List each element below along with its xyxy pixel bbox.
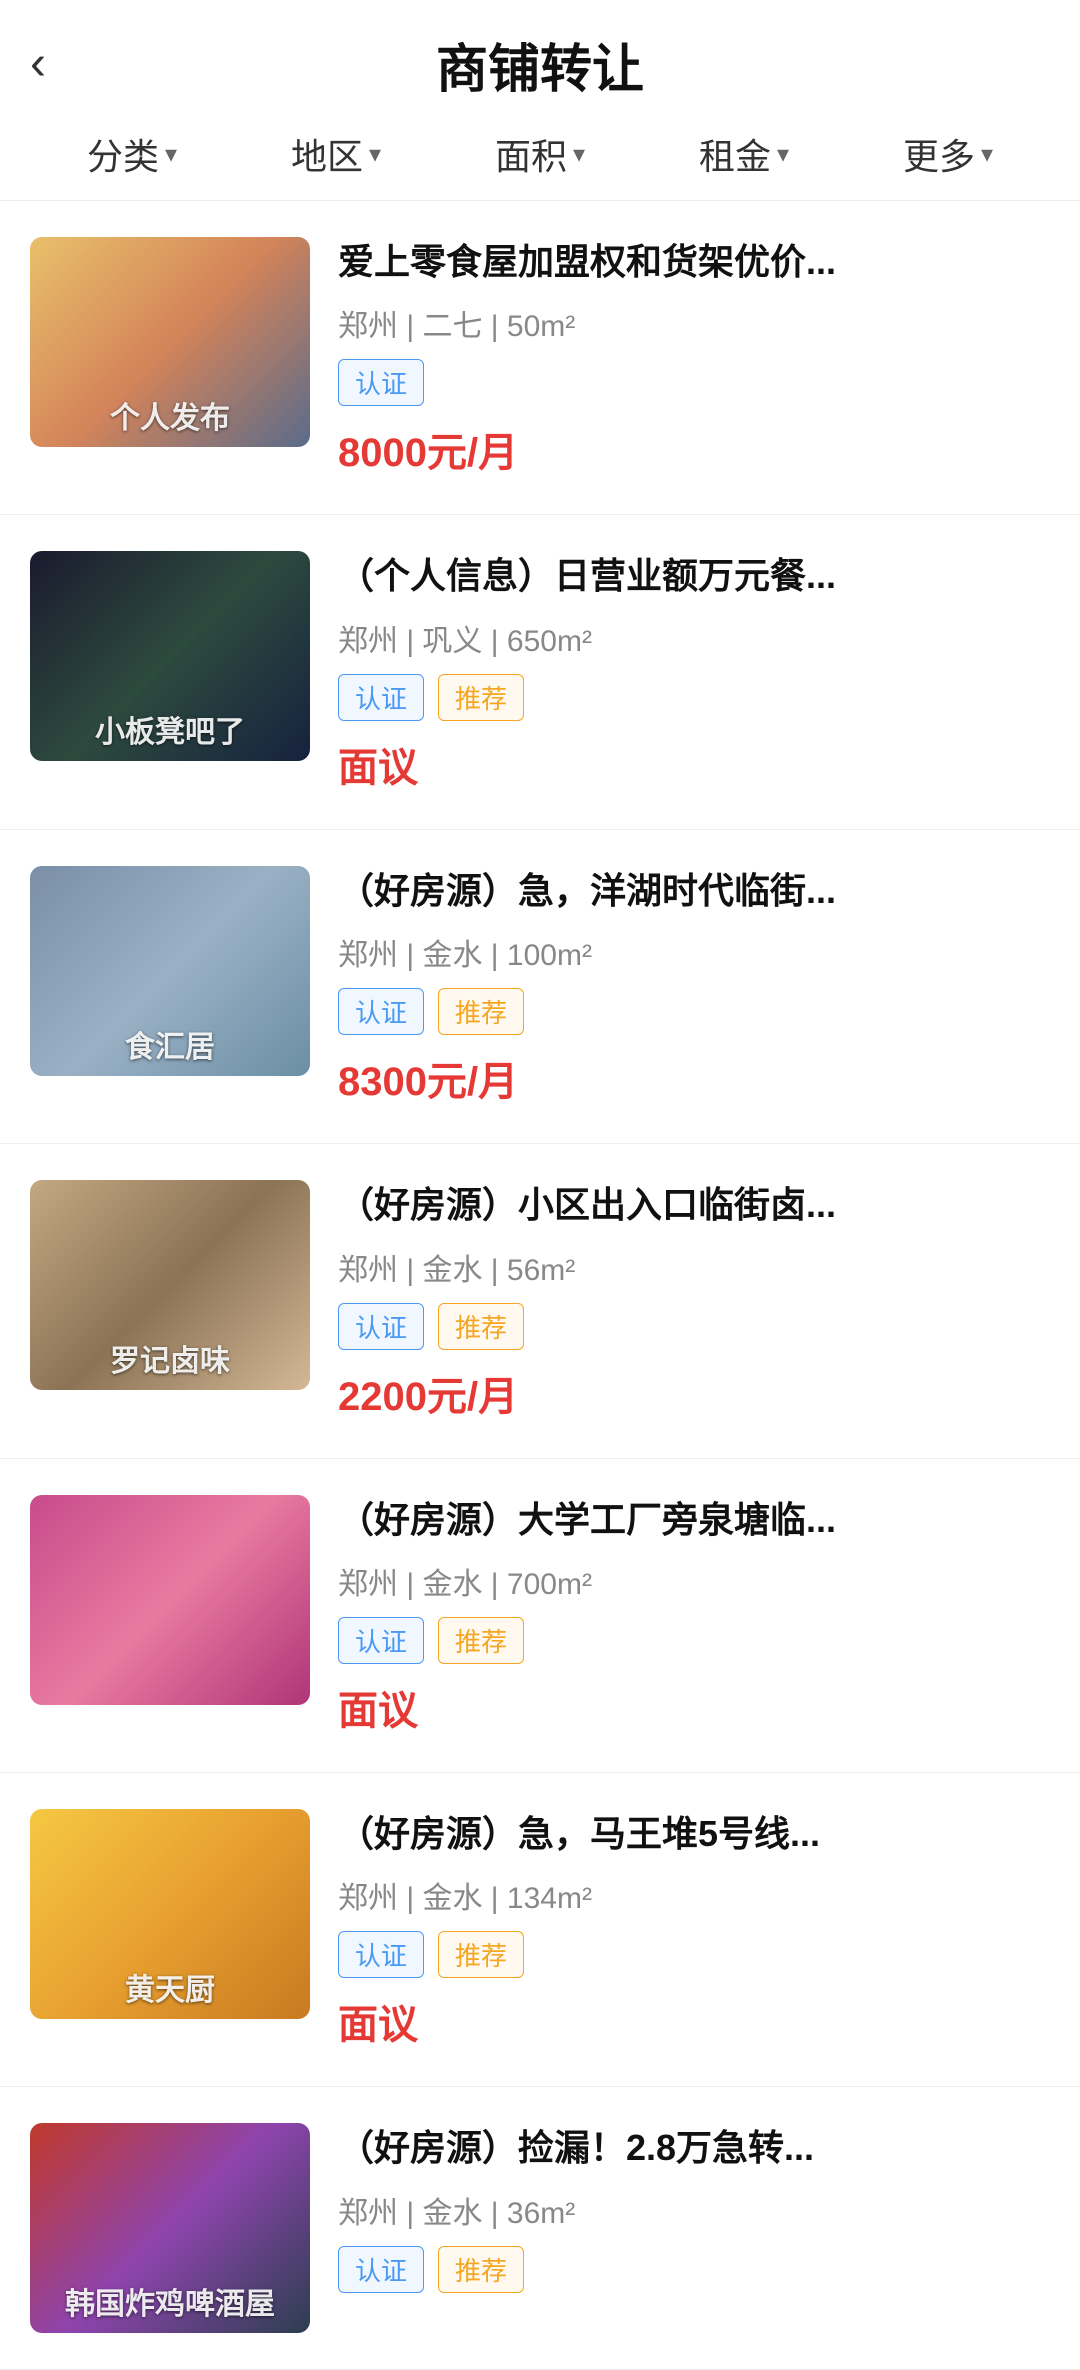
listing-image: 个人发布 — [30, 237, 310, 447]
image-label: 个人发布 — [30, 393, 310, 437]
listing-price: 面议 — [338, 735, 1050, 793]
image-label: 小板凳吧了 — [30, 707, 310, 751]
filter-label-rent: 租金 — [699, 128, 771, 180]
image-label: 罗记卤味 — [30, 1336, 310, 1380]
listing-price: 8300元/月 — [338, 1049, 1050, 1107]
list-item[interactable]: 小板凳吧了 （个人信息）日营业额万元餐... 郑州 | 巩义 | 650m² 认… — [0, 515, 1080, 829]
filter-category[interactable]: 分类▾ — [30, 128, 234, 180]
listing-price: 面议 — [338, 1992, 1050, 2050]
list-item[interactable]: 个人发布 爱上零食屋加盟权和货架优价... 郑州 | 二七 | 50m² 认证 … — [0, 201, 1080, 515]
tag-recommend: 推荐 — [438, 1303, 524, 1350]
listing-tags: 认证 — [338, 359, 1050, 406]
tag-cert: 认证 — [338, 674, 424, 721]
filter-arrow-region: ▾ — [369, 140, 381, 169]
listing-title: （好房源）大学工厂旁泉塘临... — [338, 1495, 1050, 1545]
listing-info: （好房源）小区出入口临街卤... 郑州 | 金水 | 56m² 认证推荐 220… — [338, 1180, 1050, 1421]
listing-tags: 认证推荐 — [338, 674, 1050, 721]
image-label: 食汇居 — [30, 1022, 310, 1066]
listing-tags: 认证推荐 — [338, 988, 1050, 1035]
listing-meta: 郑州 | 金水 | 100m² — [338, 930, 1050, 974]
header: ‹ 商铺转让 — [0, 0, 1080, 108]
filter-arrow-more: ▾ — [981, 140, 993, 169]
listing-image: 韩国炸鸡啤酒屋 — [30, 2123, 310, 2333]
listing-info: （个人信息）日营业额万元餐... 郑州 | 巩义 | 650m² 认证推荐 面议 — [338, 551, 1050, 792]
filter-label-area: 面积 — [495, 128, 567, 180]
tag-cert: 认证 — [338, 1303, 424, 1350]
listing-price: 面议 — [338, 1678, 1050, 1736]
listing-meta: 郑州 | 金水 | 700m² — [338, 1559, 1050, 1603]
filter-area[interactable]: 面积▾ — [438, 128, 642, 180]
image-label: 韩国炸鸡啤酒屋 — [30, 2279, 310, 2323]
tag-cert: 认证 — [338, 1617, 424, 1664]
tag-recommend: 推荐 — [438, 1617, 524, 1664]
filter-rent[interactable]: 租金▾ — [642, 128, 846, 180]
listing-meta: 郑州 | 二七 | 50m² — [338, 301, 1050, 345]
tag-recommend: 推荐 — [438, 674, 524, 721]
listing-title: （好房源）捡漏！2.8万急转... — [338, 2123, 1050, 2173]
listing-title: （好房源）小区出入口临街卤... — [338, 1180, 1050, 1230]
filter-arrow-area: ▾ — [573, 140, 585, 169]
listing-tags: 认证推荐 — [338, 1617, 1050, 1664]
filter-arrow-rent: ▾ — [777, 140, 789, 169]
listing-tags: 认证推荐 — [338, 2246, 1050, 2293]
listing-title: 爱上零食屋加盟权和货架优价... — [338, 237, 1050, 287]
filter-label-category: 分类 — [87, 128, 159, 180]
listing-image: 小板凳吧了 — [30, 551, 310, 761]
filter-region[interactable]: 地区▾ — [234, 128, 438, 180]
list-item[interactable]: 韩国炸鸡啤酒屋 （好房源）捡漏！2.8万急转... 郑州 | 金水 | 36m²… — [0, 2087, 1080, 2370]
listing-title: （好房源）急，洋湖时代临街... — [338, 866, 1050, 916]
tag-cert: 认证 — [338, 359, 424, 406]
tag-recommend: 推荐 — [438, 1931, 524, 1978]
back-button[interactable]: ‹ — [30, 40, 46, 88]
listing-tags: 认证推荐 — [338, 1303, 1050, 1350]
listing-meta: 郑州 | 巩义 | 650m² — [338, 616, 1050, 660]
filter-label-region: 地区 — [291, 128, 363, 180]
tag-recommend: 推荐 — [438, 988, 524, 1035]
filter-bar: 分类▾地区▾面积▾租金▾更多▾ — [0, 108, 1080, 201]
tag-recommend: 推荐 — [438, 2246, 524, 2293]
listing-title: （好房源）急，马王堆5号线... — [338, 1809, 1050, 1859]
listing-meta: 郑州 | 金水 | 56m² — [338, 1245, 1050, 1289]
list-item[interactable]: 罗记卤味 （好房源）小区出入口临街卤... 郑州 | 金水 | 56m² 认证推… — [0, 1144, 1080, 1458]
listing-info: （好房源）急，洋湖时代临街... 郑州 | 金水 | 100m² 认证推荐 83… — [338, 866, 1050, 1107]
image-label: 黄天厨 — [30, 1965, 310, 2009]
listing-info: （好房源）大学工厂旁泉塘临... 郑州 | 金水 | 700m² 认证推荐 面议 — [338, 1495, 1050, 1736]
listing-info: （好房源）急，马王堆5号线... 郑州 | 金水 | 134m² 认证推荐 面议 — [338, 1809, 1050, 2050]
listing-list: 个人发布 爱上零食屋加盟权和货架优价... 郑州 | 二七 | 50m² 认证 … — [0, 201, 1080, 2370]
listing-image: 黄天厨 — [30, 1809, 310, 2019]
listing-info: （好房源）捡漏！2.8万急转... 郑州 | 金水 | 36m² 认证推荐 — [338, 2123, 1050, 2292]
tag-cert: 认证 — [338, 1931, 424, 1978]
list-item[interactable]: （好房源）大学工厂旁泉塘临... 郑州 | 金水 | 700m² 认证推荐 面议 — [0, 1459, 1080, 1773]
filter-label-more: 更多 — [903, 128, 975, 180]
listing-image — [30, 1495, 310, 1705]
list-item[interactable]: 食汇居 （好房源）急，洋湖时代临街... 郑州 | 金水 | 100m² 认证推… — [0, 830, 1080, 1144]
list-item[interactable]: 黄天厨 （好房源）急，马王堆5号线... 郑州 | 金水 | 134m² 认证推… — [0, 1773, 1080, 2087]
listing-price: 8000元/月 — [338, 420, 1050, 478]
listing-image: 食汇居 — [30, 866, 310, 1076]
listing-title: （个人信息）日营业额万元餐... — [338, 551, 1050, 601]
listing-meta: 郑州 | 金水 | 36m² — [338, 2188, 1050, 2232]
filter-more[interactable]: 更多▾ — [846, 128, 1050, 180]
listing-meta: 郑州 | 金水 | 134m² — [338, 1873, 1050, 1917]
listing-info: 爱上零食屋加盟权和货架优价... 郑州 | 二七 | 50m² 认证 8000元… — [338, 237, 1050, 478]
tag-cert: 认证 — [338, 988, 424, 1035]
tag-cert: 认证 — [338, 2246, 424, 2293]
page-title: 商铺转让 — [436, 27, 644, 102]
listing-tags: 认证推荐 — [338, 1931, 1050, 1978]
filter-arrow-category: ▾ — [165, 140, 177, 169]
listing-price: 2200元/月 — [338, 1364, 1050, 1422]
listing-image: 罗记卤味 — [30, 1180, 310, 1390]
